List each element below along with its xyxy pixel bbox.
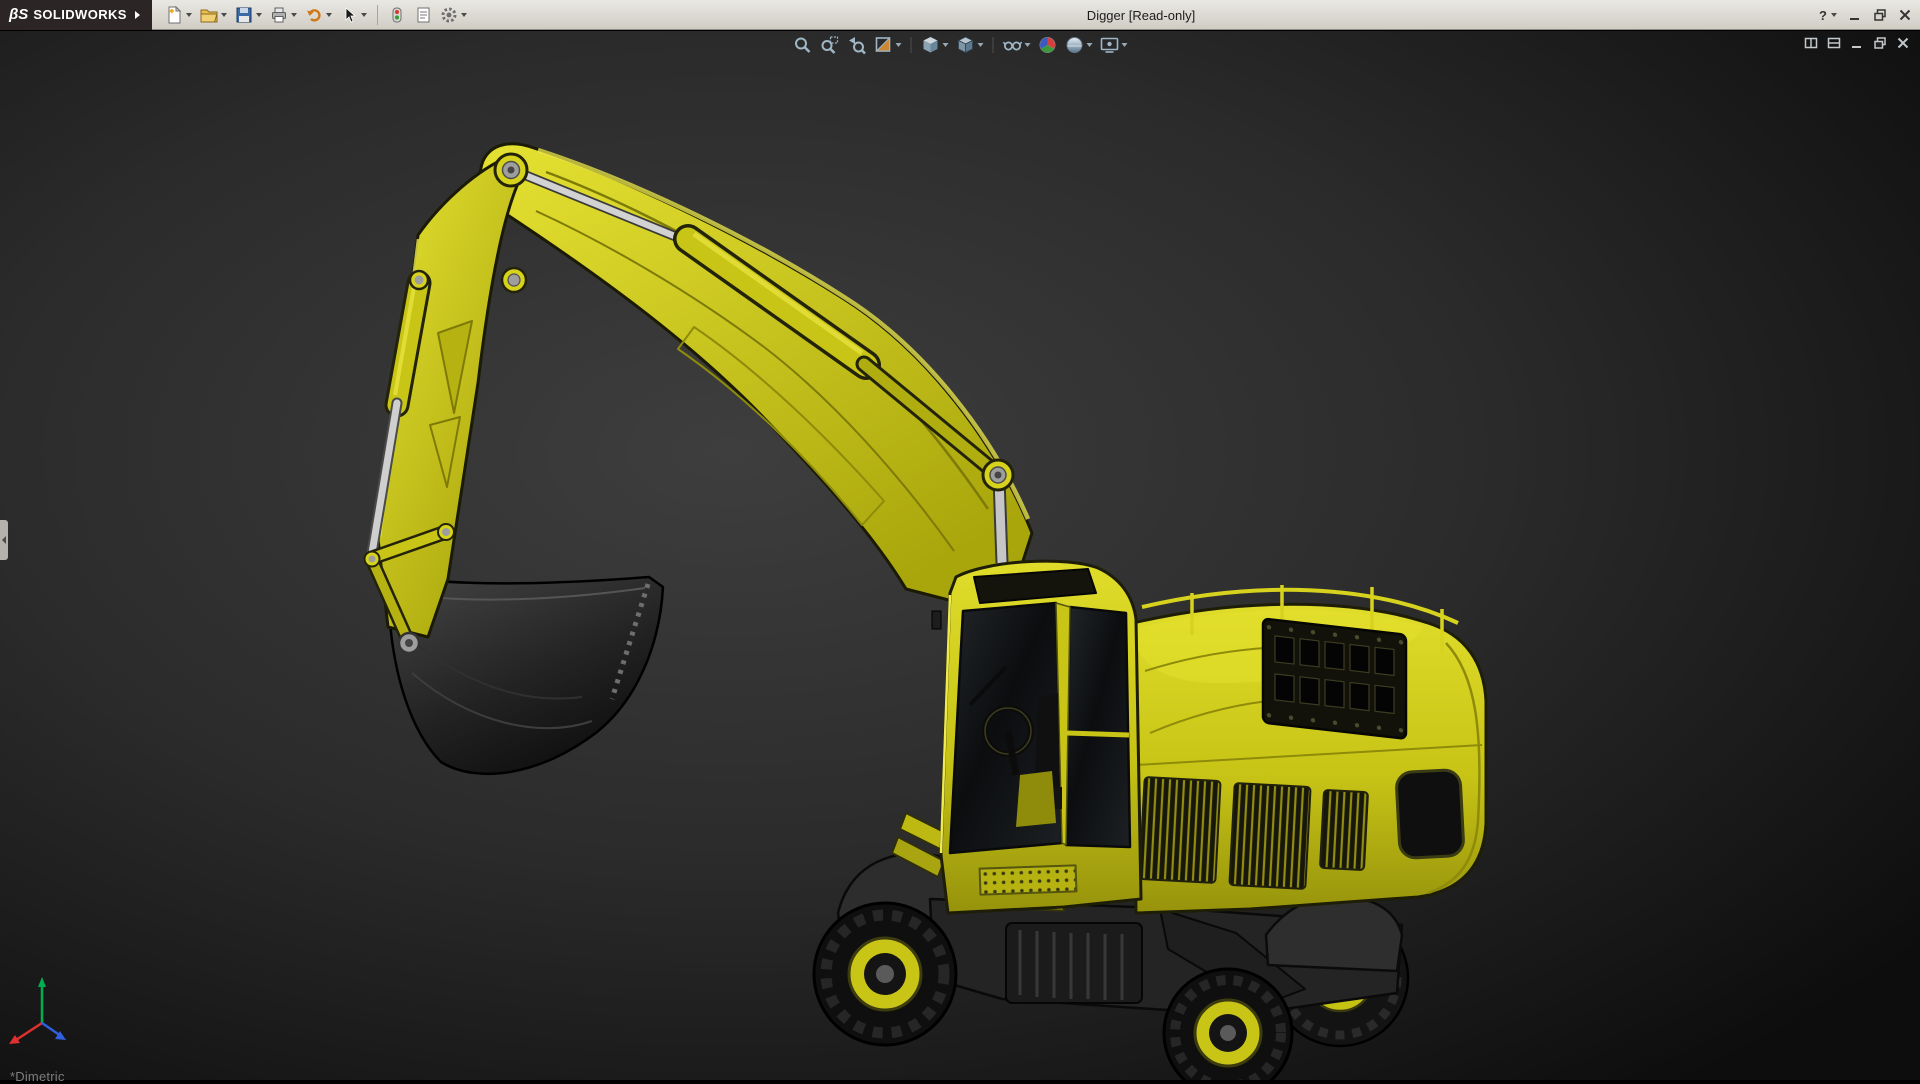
document-minimize-button[interactable]: [1850, 36, 1864, 50]
dropdown-caret[interactable]: [1122, 43, 1128, 47]
zoom-to-area-button[interactable]: [819, 34, 841, 56]
heads-up-toolbar: [792, 34, 1129, 56]
solidworks-logo: βS SOLIDWORKS: [0, 0, 152, 30]
help-button[interactable]: ?: [1819, 8, 1837, 23]
collapse-arrow-icon: [2, 536, 6, 544]
tile-vertical-button[interactable]: [1804, 36, 1818, 50]
toolbar-separator: [993, 37, 994, 53]
zoom-to-fit-button[interactable]: [792, 34, 814, 56]
options-gear-icon: [440, 6, 458, 24]
close-icon: [1896, 36, 1910, 50]
dropdown-caret[interactable]: [943, 43, 949, 47]
section-view-icon: [874, 35, 894, 55]
window-title: Digger [Read-only]: [1087, 0, 1195, 30]
dropdown-caret[interactable]: [1025, 43, 1031, 47]
minimize-icon: [1848, 8, 1862, 22]
file-properties-icon: [414, 6, 432, 24]
window-controls: ?: [1819, 0, 1912, 30]
display-style-button[interactable]: [955, 34, 985, 56]
edit-appearance-button[interactable]: [1037, 34, 1059, 56]
document-restore-button[interactable]: [1873, 36, 1887, 50]
tile-horizontal-icon: [1827, 36, 1841, 50]
view-orientation-button[interactable]: [920, 34, 950, 56]
document-window-controls: [1804, 36, 1910, 50]
edit-appearance-ball-icon: [1038, 35, 1058, 55]
cab[interactable]: [932, 561, 1141, 913]
brand-chevron-icon[interactable]: [135, 11, 140, 19]
undo-icon: [305, 6, 323, 24]
options-button[interactable]: [437, 4, 470, 26]
restore-icon: [1873, 8, 1887, 22]
save-button[interactable]: [232, 4, 265, 26]
wheel-front-near[interactable]: [814, 903, 956, 1045]
orientation-label: *Dimetric: [10, 1069, 65, 1084]
display-style-icon: [956, 35, 976, 55]
side-window: [1066, 607, 1130, 847]
close-button[interactable]: [1898, 8, 1912, 22]
restore-icon: [1873, 36, 1887, 50]
minimize-button[interactable]: [1848, 8, 1862, 22]
previous-view-icon: [847, 35, 867, 55]
hide-show-glasses-icon: [1003, 35, 1023, 55]
rear-window: [1396, 769, 1464, 858]
print-icon: [270, 6, 288, 24]
tile-vertical-icon: [1804, 36, 1818, 50]
open-button[interactable]: [197, 4, 230, 26]
wheel-rear-near[interactable]: [1164, 969, 1292, 1080]
zoom-to-fit-icon: [793, 35, 813, 55]
apply-scene-button[interactable]: [1064, 34, 1094, 56]
rebuild-button[interactable]: [385, 4, 409, 26]
select-button[interactable]: [337, 4, 370, 26]
hide-show-items-button[interactable]: [1002, 34, 1032, 56]
open-folder-icon: [200, 6, 218, 24]
new-document-button[interactable]: [162, 4, 195, 26]
dropdown-caret[interactable]: [221, 13, 227, 17]
feature-manager-collapse-tab[interactable]: [0, 520, 8, 560]
new-document-icon: [165, 6, 183, 24]
tile-horizontal-button[interactable]: [1827, 36, 1841, 50]
dropdown-caret[interactable]: [978, 43, 984, 47]
logo-text: SOLIDWORKS: [33, 7, 127, 22]
main-toolbar: [162, 4, 470, 26]
dropdown-caret[interactable]: [896, 43, 902, 47]
close-icon: [1898, 8, 1912, 22]
cab-lower-vent: [980, 865, 1077, 894]
apply-scene-sphere-icon: [1065, 35, 1085, 55]
dropdown-caret[interactable]: [1831, 13, 1837, 17]
save-icon: [235, 6, 253, 24]
engine-body[interactable]: [1093, 585, 1486, 913]
section-view-button[interactable]: [873, 34, 903, 56]
document-close-button[interactable]: [1896, 36, 1910, 50]
zoom-to-area-icon: [820, 35, 840, 55]
restore-button[interactable]: [1873, 8, 1887, 22]
print-button[interactable]: [267, 4, 300, 26]
toolbar-separator: [911, 37, 912, 53]
select-cursor-icon: [340, 6, 358, 24]
dropdown-caret[interactable]: [186, 13, 192, 17]
dropdown-caret[interactable]: [361, 13, 367, 17]
view-settings-icon: [1100, 35, 1120, 55]
title-bar: βS SOLIDWORKS: [0, 0, 1920, 30]
previous-view-button[interactable]: [846, 34, 868, 56]
file-properties-button[interactable]: [411, 4, 435, 26]
dropdown-caret[interactable]: [326, 13, 332, 17]
logo-mark: βS: [9, 6, 28, 23]
view-settings-button[interactable]: [1099, 34, 1129, 56]
dropdown-caret[interactable]: [461, 13, 467, 17]
engine-vent-grid: [1263, 619, 1406, 739]
model-scene[interactable]: [0, 31, 1920, 1080]
dropdown-caret[interactable]: [1087, 43, 1093, 47]
undo-button[interactable]: [302, 4, 335, 26]
dropdown-caret[interactable]: [291, 13, 297, 17]
mirror: [932, 611, 941, 629]
dropdown-caret[interactable]: [256, 13, 262, 17]
toolbar-separator: [377, 5, 378, 25]
view-orientation-cube-icon: [921, 35, 941, 55]
rebuild-traffic-light-icon: [388, 6, 406, 24]
minimize-icon: [1850, 36, 1864, 50]
graphics-area[interactable]: *Dimetric: [0, 31, 1920, 1080]
